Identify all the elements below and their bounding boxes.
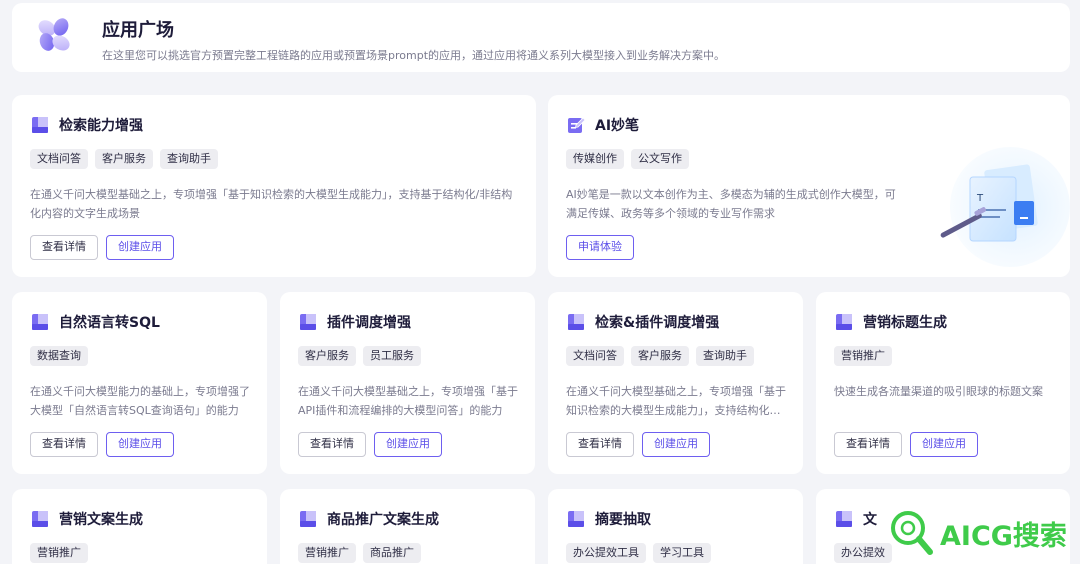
- app-card-marketing-title: 营销标题生成 营销推广 快速生成各流量渠道的吸引眼球的标题文案 查看详情 创建应…: [816, 292, 1070, 474]
- card-title: 检索能力增强: [59, 118, 143, 134]
- card-title: 商品推广文案生成: [327, 512, 439, 528]
- app-bookmark-icon: [300, 314, 316, 330]
- document-writing-illustration: T: [940, 147, 1070, 267]
- tag: 营销推广: [298, 543, 356, 563]
- tag-list: 办公提效: [834, 543, 892, 563]
- app-bookmark-icon: [32, 511, 48, 527]
- pen-edit-icon: [568, 117, 585, 133]
- tag: 文档问答: [30, 149, 88, 169]
- app-card-retrieval-plugin: 检索&插件调度增强 文档问答 客户服务 查询助手 在通义千问大模型基础之上，专项…: [548, 292, 803, 474]
- app-bookmark-icon: [836, 314, 852, 330]
- app-card-marketing-copy: 营销文案生成 营销推广: [12, 489, 267, 564]
- card-description: 在通义千问大模型基础之上，专项增强「基于API插件和流程编排的大模型问答」的能力: [298, 385, 518, 417]
- tag-list: 营销推广 商品推广: [298, 543, 421, 563]
- tag: 客户服务: [631, 346, 689, 366]
- tag-list: 营销推广: [834, 346, 892, 366]
- view-details-button[interactable]: 查看详情: [298, 432, 366, 457]
- card-description: 在通义千问大模型基础之上，专项增强「基于知识检索的大模型生成能力」，支持基于结构…: [30, 188, 513, 220]
- app-bookmark-icon: [32, 314, 48, 330]
- app-card-retrieval: 检索能力增强 文档问答 客户服务 查询助手 在通义千问大模型基础之上，专项增强「…: [12, 95, 536, 277]
- page-header: 应用广场 在这里您可以挑选官方预置完整工程链路的应用或预置场景prompt的应用…: [12, 3, 1070, 72]
- card-title: 插件调度增强: [327, 315, 411, 331]
- create-app-button[interactable]: 创建应用: [642, 432, 710, 457]
- tag: 查询助手: [696, 346, 754, 366]
- view-details-button[interactable]: 查看详情: [834, 432, 902, 457]
- app-bookmark-icon: [300, 511, 316, 527]
- tag: 数据查询: [30, 346, 88, 366]
- tag: 传媒创作: [566, 149, 624, 169]
- create-app-button[interactable]: 创建应用: [106, 432, 174, 457]
- tag: 营销推广: [30, 543, 88, 563]
- tag: 营销推广: [834, 346, 892, 366]
- view-details-button[interactable]: 查看详情: [566, 432, 634, 457]
- tag-list: 传媒创作 公文写作: [566, 149, 689, 169]
- view-details-button[interactable]: 查看详情: [30, 235, 98, 260]
- app-card-plugin-dispatch: 插件调度增强 客户服务 员工服务 在通义千问大模型基础之上，专项增强「基于API…: [280, 292, 535, 474]
- tag: 公文写作: [631, 149, 689, 169]
- app-card-nl2sql: 自然语言转SQL 数据查询 在通义千问大模型能力的基础上，专项增强了大模型「自然…: [12, 292, 267, 474]
- app-bookmark-icon: [568, 511, 584, 527]
- tag: 学习工具: [653, 543, 711, 563]
- card-description: 在通义千问大模型能力的基础上，专项增强了大模型「自然语言转SQL查询语句」的能力: [30, 385, 250, 417]
- page-description: 在这里您可以挑选官方预置完整工程链路的应用或预置场景prompt的应用，通过应用…: [102, 49, 725, 62]
- card-title: 自然语言转SQL: [59, 315, 160, 331]
- tag: 员工服务: [363, 346, 421, 366]
- tag: 商品推广: [363, 543, 421, 563]
- create-app-button[interactable]: 创建应用: [106, 235, 174, 260]
- tag: 办公提效工具: [566, 543, 646, 563]
- tag: 客户服务: [95, 149, 153, 169]
- card-title: 营销标题生成: [863, 315, 947, 331]
- app-bookmark-icon: [32, 117, 48, 133]
- card-title: 营销文案生成: [59, 512, 143, 528]
- app-card-summary-extract: 摘要抽取 办公提效工具 学习工具: [548, 489, 803, 564]
- tag: 办公提效: [834, 543, 892, 563]
- tag-list: 文档问答 客户服务 查询助手: [566, 346, 754, 366]
- svg-text:T: T: [976, 193, 984, 204]
- app-bookmark-icon: [836, 511, 852, 527]
- tag-list: 数据查询: [30, 346, 88, 366]
- page-title: 应用广场: [102, 20, 174, 41]
- app-square-logo-icon: [38, 18, 70, 51]
- card-title: AI妙笔: [595, 118, 640, 134]
- card-title: 摘要抽取: [595, 512, 651, 528]
- card-title: 检索&插件调度增强: [595, 315, 720, 331]
- view-details-button[interactable]: 查看详情: [30, 432, 98, 457]
- app-card-ai-writer: AI妙笔 传媒创作 公文写作 AI妙笔是一款以文本创作为主、多模态为辅的生成式创…: [548, 95, 1070, 277]
- app-bookmark-icon: [568, 314, 584, 330]
- apply-trial-button[interactable]: 申请体验: [566, 235, 634, 260]
- tag: 客户服务: [298, 346, 356, 366]
- watermark-text: AICG搜索: [940, 521, 1067, 552]
- tag-list: 客户服务 员工服务: [298, 346, 421, 366]
- tag: 文档问答: [566, 346, 624, 366]
- app-card-product-copy: 商品推广文案生成 营销推广 商品推广: [280, 489, 535, 564]
- card-description: AI妙笔是一款以文本创作为主、多模态为辅的生成式创作大模型，可满足传媒、政务等多…: [566, 188, 896, 220]
- card-description: 在通义千问大模型基础之上，专项增强「基于知识检索的大模型生成能力」，支持结构化与…: [566, 385, 786, 417]
- tag-list: 办公提效工具 学习工具: [566, 543, 711, 563]
- card-title: 文: [863, 512, 877, 528]
- tag-list: 营销推广: [30, 543, 88, 563]
- create-app-button[interactable]: 创建应用: [910, 432, 978, 457]
- card-description: 快速生成各流量渠道的吸引眼球的标题文案: [834, 385, 1043, 398]
- tag-list: 文档问答 客户服务 查询助手: [30, 149, 218, 169]
- create-app-button[interactable]: 创建应用: [374, 432, 442, 457]
- tag: 查询助手: [160, 149, 218, 169]
